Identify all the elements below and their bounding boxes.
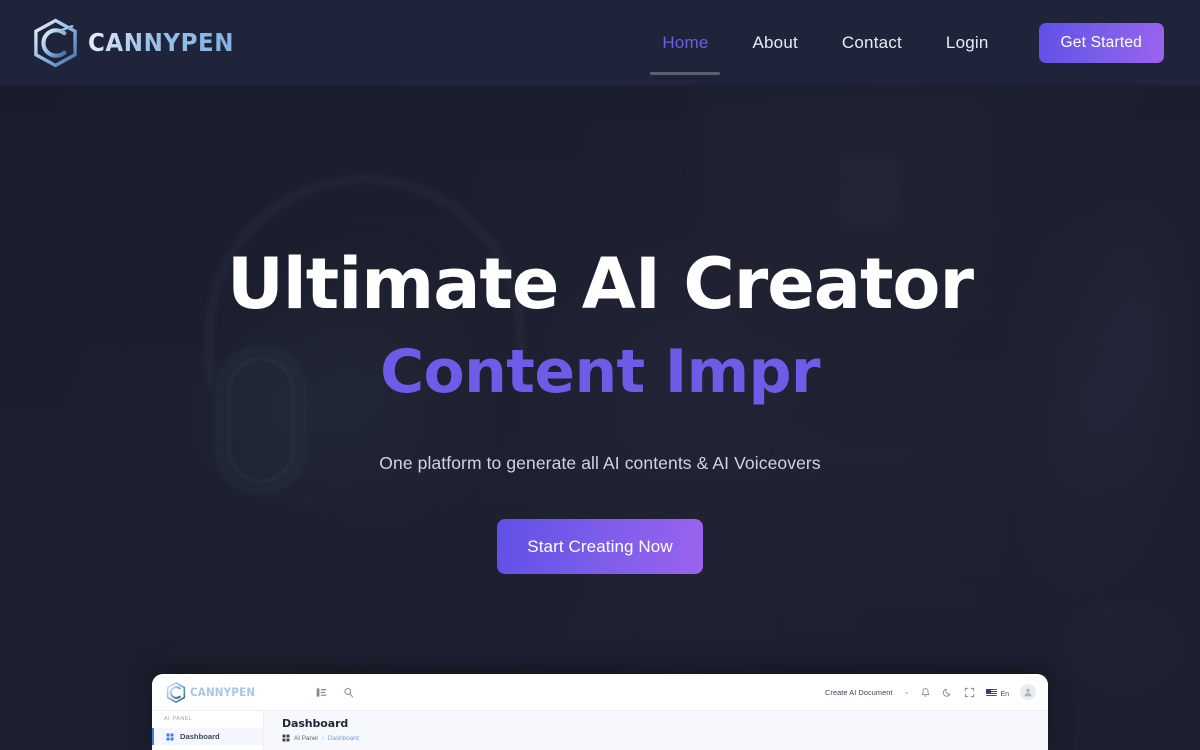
landing-page: CANNYPEN Home About Contact Login Get St…	[0, 0, 1200, 750]
sidebar-section-label: AI PANEL	[164, 716, 193, 722]
search-icon[interactable]	[343, 687, 354, 698]
hero-typed-text: Content Impr	[380, 336, 820, 407]
language-label: En	[1000, 691, 1009, 698]
dashboard-topbar: CANNYPEN Create AI Document ⌄ En	[152, 674, 1048, 710]
hex-c-logo-icon	[34, 18, 77, 67]
get-started-button[interactable]: Get Started	[1038, 22, 1164, 63]
chevron-down-icon[interactable]: ⌄	[904, 688, 910, 696]
nav-link-about[interactable]: About	[730, 23, 819, 63]
nav-link-home[interactable]: Home	[640, 23, 730, 75]
sidebar-item-dashboard[interactable]: Dashboard	[152, 728, 263, 745]
breadcrumb: AI Panel › Dashboard	[282, 734, 1048, 742]
moon-icon[interactable]	[942, 687, 953, 698]
dashboard-page-title: Dashboard	[282, 717, 349, 730]
dashboard-main: Dashboard AI Panel › Dashboard	[264, 711, 1048, 750]
bell-icon[interactable]	[920, 687, 931, 698]
hero-section: Ultimate AI Creator Content Impr One pla…	[0, 85, 1200, 750]
breadcrumb-separator: ›	[321, 734, 324, 742]
avatar[interactable]	[1020, 684, 1036, 700]
create-ai-document-button[interactable]: Create AI Document	[825, 688, 893, 697]
breadcrumb-root[interactable]: AI Panel	[294, 735, 318, 742]
hero-subtitle: One platform to generate all AI contents…	[379, 452, 821, 473]
dashboard-body: AI PANEL Dashboard Dashboard AI Panel › …	[152, 710, 1048, 750]
main-navigation: Home About Contact Login Get Started	[640, 22, 1164, 75]
brand-logo[interactable]: CANNYPEN	[32, 18, 247, 68]
user-avatar-icon	[1024, 688, 1032, 697]
start-creating-now-button[interactable]: Start Creating Now	[497, 518, 703, 574]
hero-title: Ultimate AI Creator	[226, 243, 974, 325]
brand-name: CANNYPEN	[88, 28, 235, 57]
sidebar-toggle-icon[interactable]	[316, 687, 327, 698]
dashboard-topbar-right: Create AI Document ⌄ En	[825, 683, 1036, 701]
nav-link-contact[interactable]: Contact	[820, 23, 924, 63]
sidebar-item-label: Dashboard	[180, 732, 220, 741]
dashboard-sidebar: AI PANEL Dashboard	[152, 711, 264, 750]
grid-icon	[282, 734, 290, 742]
dashboard-brand[interactable]: CANNYPEN	[166, 681, 312, 703]
dashboard-brand-name: CANNYPEN	[190, 685, 256, 699]
us-flag-icon	[986, 689, 998, 696]
breadcrumb-current: Dashboard	[327, 734, 359, 742]
language-selector[interactable]: En	[986, 683, 1009, 701]
dashboard-preview: CANNYPEN Create AI Document ⌄ En AI PANE…	[152, 674, 1048, 750]
dashboard-toolbar-icons	[316, 687, 354, 698]
fullscreen-icon[interactable]	[964, 687, 975, 698]
nav-link-login[interactable]: Login	[924, 23, 1011, 63]
hex-c-logo-icon	[166, 681, 186, 703]
grid-icon	[166, 733, 174, 740]
site-header: CANNYPEN Home About Contact Login Get St…	[0, 0, 1200, 85]
